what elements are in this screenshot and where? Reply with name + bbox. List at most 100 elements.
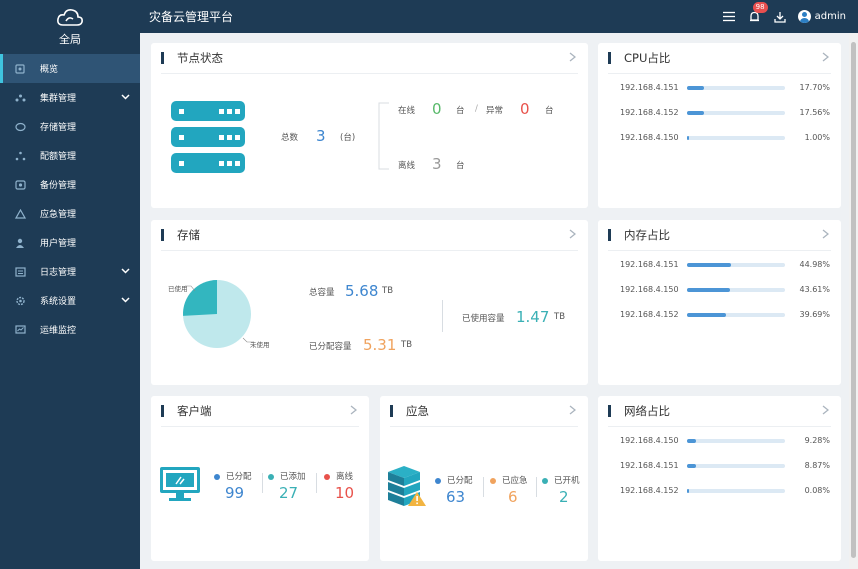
client-added-label: 已添加 <box>268 470 306 482</box>
online-value: 0 <box>432 100 442 118</box>
used-capacity-label: 已使用容量 <box>462 314 505 324</box>
sidebar-item-label: 备份管理 <box>40 181 77 191</box>
chevron-right-icon[interactable] <box>569 405 576 415</box>
abnormal-label: 异常 <box>486 106 504 116</box>
offline-label: 离线 <box>398 161 416 171</box>
total-capacity-unit: TB <box>382 286 394 296</box>
usage-percent: 17.70% <box>799 83 830 92</box>
server-warning-icon <box>388 466 426 506</box>
emergency-icon <box>14 208 26 220</box>
cluster-icon <box>14 92 26 104</box>
total-capacity-value: 5.68 <box>345 282 379 300</box>
sidebar-item-settings[interactable]: 系统设置 <box>0 286 140 315</box>
emergency-assigned-value: 63 <box>446 488 466 506</box>
network-usage-card: 网络占比 192.168.4.150 9.28% 192.168.4.151 8.87… <box>598 396 841 561</box>
abnormal-unit: 台 <box>545 106 554 116</box>
chevron-right-icon[interactable] <box>822 52 829 62</box>
sidebar-item-label: 系统设置 <box>40 297 77 307</box>
usage-percent: 44.98% <box>799 260 830 269</box>
usage-row: 192.168.4.152 0.08% <box>620 484 830 498</box>
usage-row: 192.168.4.150 43.61% <box>620 283 830 297</box>
usage-bar-track <box>687 489 785 493</box>
usage-row: 192.168.4.152 39.69% <box>620 308 830 322</box>
sidebar-item-cluster[interactable]: 集群管理 <box>0 83 140 112</box>
card-title: 客户端 <box>177 404 212 418</box>
usage-percent: 17.56% <box>799 108 830 117</box>
sidebar-item-label: 概览 <box>40 65 59 75</box>
chevron-right-icon[interactable] <box>569 52 576 62</box>
total-value: 3 <box>316 127 326 145</box>
ip-address: 192.168.4.151 <box>620 260 679 269</box>
client-added-value: 27 <box>279 484 299 502</box>
card-title: 网络占比 <box>624 404 670 418</box>
server-stack-icon <box>171 101 245 173</box>
sidebar-nav: 概览 集群管理 存储管理 配额管理 备份管理 应急管理 用户管理 日志管理 系统… <box>0 54 140 344</box>
log-icon <box>14 266 26 278</box>
usage-bar-track <box>687 439 785 443</box>
emergency-card: 应急 已分配 63 已应急 6 已开机 2 <box>380 396 588 561</box>
sidebar-item-label: 存储管理 <box>40 123 77 133</box>
usage-row: 192.168.4.150 1.00% <box>620 131 830 145</box>
sidebar-item-quota[interactable]: 配额管理 <box>0 141 140 170</box>
sidebar-item-label: 用户管理 <box>40 239 77 249</box>
allocated-capacity-label: 已分配容量 <box>309 342 352 352</box>
card-title: 应急 <box>406 404 429 418</box>
username: admin <box>814 11 846 22</box>
sidebar-item-label: 日志管理 <box>40 268 77 278</box>
chevron-right-icon[interactable] <box>569 229 576 239</box>
online-label: 在线 <box>398 106 416 116</box>
allocated-capacity-value: 5.31 <box>363 336 397 354</box>
card-title: CPU占比 <box>624 51 671 65</box>
usage-bar-fill <box>687 313 726 317</box>
download-button[interactable] <box>774 11 786 23</box>
monitor-icon <box>14 324 26 336</box>
usage-bar-fill <box>687 86 705 90</box>
total-label: 总数 <box>281 133 299 143</box>
client-offline-label: 离线 <box>324 470 353 482</box>
chevron-right-icon[interactable] <box>822 405 829 415</box>
sidebar-item-storage[interactable]: 存储管理 <box>0 112 140 141</box>
pie-slice-used[interactable] <box>183 280 217 316</box>
usage-percent: 8.87% <box>804 461 830 470</box>
usage-percent: 9.28% <box>804 436 830 445</box>
storage-card: 存储 已使用 未使用 总容量 5.68 TB 已分配容量 5.31 TB 已使用… <box>151 220 588 385</box>
sidebar-item-backup[interactable]: 备份管理 <box>0 170 140 199</box>
offline-unit: 台 <box>456 161 465 171</box>
logo[interactable]: 全局 <box>0 0 140 54</box>
backup-icon <box>14 179 26 191</box>
ip-address: 192.168.4.150 <box>620 133 679 142</box>
logo-text: 全局 <box>59 33 81 46</box>
notification-badge: 98 <box>752 1 768 13</box>
ip-address: 192.168.4.151 <box>620 461 679 470</box>
scrollbar-thumb[interactable] <box>851 42 856 558</box>
sidebar-item-user[interactable]: 用户管理 <box>0 228 140 257</box>
usage-row: 192.168.4.151 44.98% <box>620 258 830 272</box>
sidebar-item-monitor[interactable]: 运维监控 <box>0 315 140 344</box>
used-capacity-unit: TB <box>554 312 566 322</box>
sidebar-item-overview[interactable]: 概览 <box>0 54 140 83</box>
emergency-poweron-label: 已开机 <box>542 474 580 486</box>
avatar <box>797 10 811 23</box>
chevron-right-icon[interactable] <box>822 229 829 239</box>
cpu-usage-card: CPU占比 192.168.4.151 17.70% 192.168.4.152 17… <box>598 43 841 208</box>
usage-bar-track <box>687 111 785 115</box>
usage-bar-track <box>687 263 785 267</box>
usage-row: 192.168.4.151 17.70% <box>620 81 830 95</box>
usage-bar-track <box>687 313 785 317</box>
sidebar-item-emergency[interactable]: 应急管理 <box>0 199 140 228</box>
card-title: 内存占比 <box>624 228 670 242</box>
allocated-capacity-unit: TB <box>401 340 413 350</box>
pie-label-unused: 未使用 <box>250 341 270 349</box>
chevron-right-icon[interactable] <box>350 405 357 415</box>
notification-button[interactable]: 98 <box>749 1 768 23</box>
menu-button[interactable] <box>722 11 735 22</box>
memory-usage-card: 内存占比 192.168.4.151 44.98% 192.168.4.150 43.… <box>598 220 841 385</box>
usage-percent: 1.00% <box>804 133 830 142</box>
dashboard-icon <box>14 63 26 75</box>
user-menu[interactable]: admin <box>797 10 846 23</box>
quota-icon <box>14 150 26 162</box>
sidebar-item-log[interactable]: 日志管理 <box>0 257 140 286</box>
storage-divider <box>442 300 443 332</box>
user-icon <box>14 237 26 249</box>
client-assigned-label: 已分配 <box>214 470 252 482</box>
